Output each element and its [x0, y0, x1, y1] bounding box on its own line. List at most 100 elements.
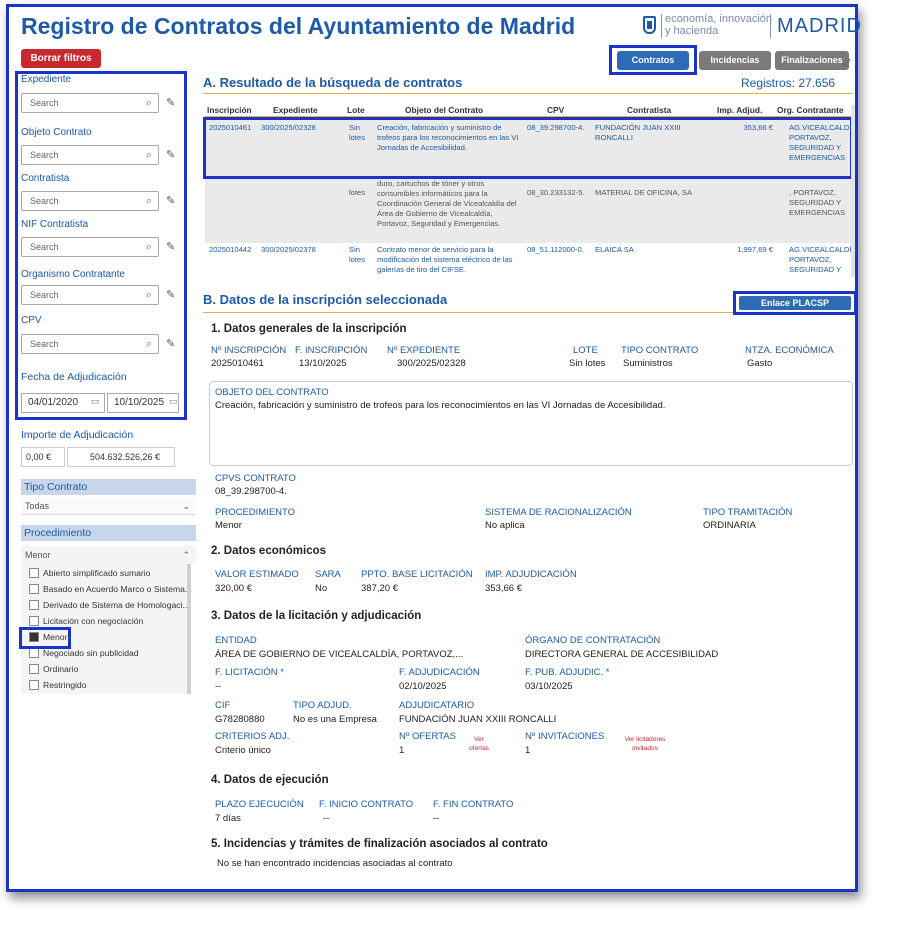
nif-search-input[interactable]: Search ⌕: [21, 237, 159, 257]
eraser-icon[interactable]: ✎: [166, 148, 175, 161]
checkbox[interactable]: [29, 599, 39, 610]
checkbox[interactable]: [29, 615, 39, 626]
proc-option[interactable]: Negociado sin publicidad: [29, 647, 139, 659]
ver-licitadores-link[interactable]: Ver licitadores invitados: [617, 735, 673, 753]
search-icon: ⌕: [145, 338, 152, 350]
value-ffin: --: [433, 813, 440, 824]
col-org[interactable]: Org. Contratante: [777, 105, 844, 115]
section2-title: 2. Datos económicos: [211, 545, 327, 557]
section1-title: 1. Datos generales de la inscripción: [211, 323, 407, 335]
label-ntza: NTZA. ECONÓMICA: [745, 345, 834, 356]
detail-heading: B. Datos de la inscripción seleccionada: [203, 292, 448, 307]
cpv-label: CPV: [21, 315, 42, 326]
row-highlight: [203, 117, 853, 179]
label-ninsc: Nº INSCRIPCIÓN: [211, 345, 287, 356]
col-expediente[interactable]: Expediente: [273, 105, 318, 115]
label-crit: CRITERIOS ADJ.: [215, 731, 290, 742]
eraser-icon[interactable]: ✎: [166, 240, 175, 253]
value-sist: No aplica: [485, 520, 525, 531]
tab-finalizaciones[interactable]: Finalizaciones: [775, 51, 849, 70]
checkbox[interactable]: [29, 583, 39, 594]
value-ntza: Gasto: [747, 358, 773, 369]
value-fpub: 03/10/2025: [525, 681, 573, 692]
scrollbar[interactable]: [187, 564, 191, 694]
label-tadj: TIPO ADJUD.: [293, 700, 352, 711]
eraser-icon[interactable]: ✎: [166, 337, 175, 350]
checkbox[interactable]: [29, 663, 39, 674]
chevron-up-icon: ⌃: [182, 550, 190, 560]
tab-contratos[interactable]: Contratos: [617, 51, 689, 70]
label-cif: CIF: [215, 700, 231, 711]
value-fini: --: [323, 813, 330, 824]
tipo-contrato-header: Tipo Contrato: [21, 479, 196, 495]
checkbox[interactable]: [29, 567, 39, 578]
procedimiento-select[interactable]: Menor ⌃: [21, 546, 196, 564]
logo-brand: MADRID: [777, 15, 862, 37]
expediente-search-input[interactable]: Search ⌕: [21, 93, 159, 113]
proc-option[interactable]: Restringido: [29, 679, 86, 691]
value-fadj: 02/10/2025: [399, 681, 447, 692]
col-inscripcion[interactable]: Inscripción: [207, 105, 252, 115]
tab-incidencias[interactable]: Incidencias: [699, 51, 771, 70]
eraser-icon[interactable]: ✎: [166, 194, 175, 207]
calendar-icon[interactable]: ▭: [91, 396, 100, 407]
label-ffin: F. FIN CONTRATO: [433, 799, 514, 810]
cell-cpv: 08_51.112000-0.: [527, 245, 584, 254]
label-impadj: IMP. ADJUDICACIÓN: [485, 569, 577, 580]
value-ppto: 387,20 €: [361, 583, 398, 594]
search-icon: ⌕: [145, 149, 152, 161]
value-nofer: 1: [399, 745, 405, 756]
value-plazo: 7 días: [215, 813, 241, 824]
cpv-search-input[interactable]: Search ⌕: [21, 334, 159, 354]
placsp-link-button[interactable]: Enlace PLACSP: [739, 296, 851, 310]
label-flic: F. LICITACIÓN *: [215, 667, 284, 678]
value-organo: DIRECTORA GENERAL DE ACCESIBILIDAD: [525, 649, 719, 660]
proc-option[interactable]: Ordinario: [29, 663, 78, 675]
objeto-label: Objeto Contrato: [21, 127, 92, 138]
incidencias-text: No se han encontrado incidencias asociad…: [217, 858, 453, 869]
value-crit: Criterio único: [215, 745, 271, 756]
ver-ofertas-link[interactable]: Ver ofertas: [467, 735, 491, 753]
eraser-icon[interactable]: ✎: [166, 288, 175, 301]
label-sara: SARA: [315, 569, 341, 580]
cell-lote: Sin lotes: [349, 245, 366, 264]
col-objeto[interactable]: Objeto del Contrato: [405, 105, 483, 115]
col-contratista[interactable]: Contratista: [627, 105, 671, 115]
logo-divider: [770, 14, 771, 38]
col-importe[interactable]: Imp. Adjud.: [717, 105, 762, 115]
procedimiento-header: Procedimiento: [21, 525, 196, 541]
objeto-search-input[interactable]: Search ⌕: [21, 145, 159, 165]
proc-option[interactable]: Basado en Acuerdo Marco o Sistema...: [29, 583, 192, 595]
checkbox[interactable]: [29, 647, 39, 658]
clear-filters-button[interactable]: Borrar filtros: [21, 49, 101, 68]
proc-option[interactable]: Abierto simplificado sumario: [29, 567, 150, 579]
cell-objeto: Contrato menor de servicio para la modif…: [377, 245, 513, 274]
value-ninsc: 2025010461: [211, 358, 264, 369]
proc-option[interactable]: Licitación con negociación: [29, 615, 143, 627]
importe-max-input[interactable]: 504.632.526,26 €: [67, 447, 175, 467]
cell-org: , PORTAVOZ, SEGURIDAD Y EMERGENCIAS: [789, 188, 846, 217]
search-icon: ⌕: [145, 241, 152, 253]
checkbox[interactable]: [29, 679, 39, 690]
value-proc: Menor: [215, 520, 242, 531]
tipo-contrato-select[interactable]: Todas ⌄: [21, 497, 196, 515]
label-ninv: Nº INVITACIONES: [525, 731, 605, 742]
value-sara: No: [315, 583, 328, 594]
col-lote[interactable]: Lote: [347, 105, 365, 115]
cell-importe: 1.997,69 €: [737, 245, 773, 254]
importe-min-input[interactable]: 0,00 €: [21, 447, 65, 467]
label-finsc: F. INSCRIPCIÓN: [295, 345, 368, 356]
cell-org: AG.VICEALCALDÍA, PORTAVOZ, SEGURIDAD Y: [789, 245, 859, 274]
col-cpv[interactable]: CPV: [547, 105, 564, 115]
label-entidad: ENTIDAD: [215, 635, 257, 646]
table-scrollbar[interactable]: [851, 105, 855, 277]
calendar-icon[interactable]: ▭: [169, 396, 178, 407]
contratista-search-input[interactable]: Search ⌕: [21, 191, 159, 211]
label-cpvs: CPVS CONTRATO: [215, 473, 296, 484]
expand-icon[interactable]: ⤢: [843, 57, 850, 68]
cell-cpv: 08_30.233132-5.: [527, 188, 585, 197]
proc-option[interactable]: Derivado de Sistema de Homologaci...: [29, 599, 190, 611]
organismo-search-input[interactable]: Search ⌕: [21, 285, 159, 305]
eraser-icon[interactable]: ✎: [166, 96, 175, 109]
search-icon: ⌕: [145, 195, 152, 207]
